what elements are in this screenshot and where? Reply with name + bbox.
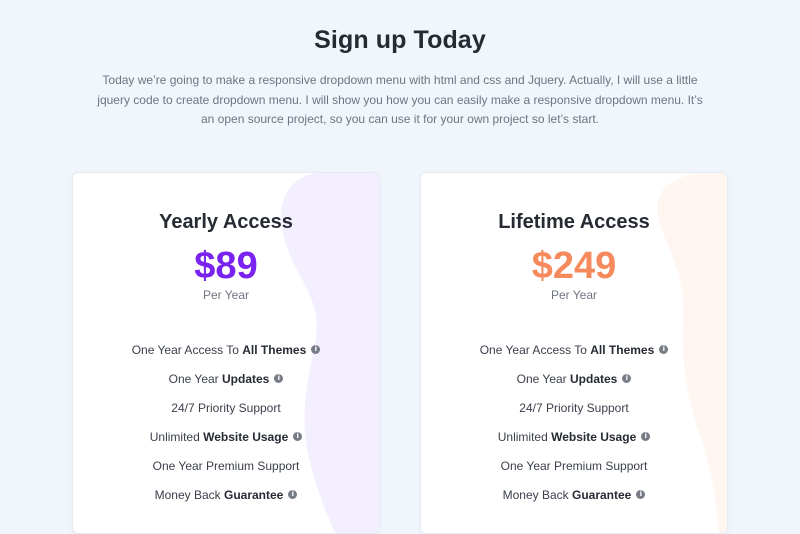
- feature-item: One Year Access To All Themes i: [421, 336, 727, 365]
- feature-highlight: Guarantee: [224, 488, 284, 502]
- feature-text: Unlimited: [149, 430, 204, 444]
- feature-item: One Year Updates i: [73, 365, 379, 394]
- feature-text: Unlimited: [497, 430, 552, 444]
- feature-item: 24/7 Priority Support: [421, 394, 727, 423]
- feature-highlight: All Themes: [242, 343, 307, 357]
- feature-highlight: Website Usage: [203, 430, 289, 444]
- feature-item: Money Back Guarantee i: [421, 481, 727, 510]
- feature-item: One Year Access To All Themes i: [73, 336, 379, 365]
- feature-item: Unlimited Website Usage i: [421, 423, 727, 452]
- feature-text: One Year: [516, 372, 571, 386]
- info-icon[interactable]: i: [659, 345, 669, 355]
- plan-price: $249: [531, 245, 617, 287]
- page-title: Sign up Today: [314, 26, 486, 54]
- feature-text: One Year Premium Support: [152, 459, 300, 473]
- plan-price: $89: [194, 245, 258, 287]
- page-header: Sign up Today Today we’re going to make …: [0, 0, 800, 130]
- feature-text: Money Back: [154, 488, 224, 502]
- feature-item: Money Back Guarantee i: [73, 481, 379, 510]
- info-icon[interactable]: i: [311, 345, 321, 355]
- feature-text: 24/7 Priority Support: [171, 401, 281, 415]
- feature-highlight: Website Usage: [551, 430, 637, 444]
- info-icon[interactable]: i: [288, 490, 298, 500]
- feature-text: One Year Access To: [479, 343, 591, 357]
- feature-highlight: Updates: [222, 372, 270, 386]
- feature-item: One Year Updates i: [421, 365, 727, 394]
- feature-text: Money Back: [502, 488, 572, 502]
- feature-text: One Year: [168, 372, 223, 386]
- feature-list: One Year Access To All Themes i One Year …: [421, 336, 727, 510]
- plan-title: Yearly Access: [159, 211, 293, 233]
- feature-list: One Year Access To All Themes i One Year …: [73, 336, 379, 510]
- pricing-card-lifetime: Lifetime Access $249 Per Year One Year A…: [420, 172, 728, 534]
- feature-highlight: Guarantee: [572, 488, 632, 502]
- info-icon[interactable]: i: [274, 374, 284, 384]
- plan-title: Lifetime Access: [498, 211, 650, 233]
- feature-item: One Year Premium Support: [73, 452, 379, 481]
- page-description: Today we’re going to make a responsive d…: [97, 73, 703, 126]
- feature-text: 24/7 Priority Support: [519, 401, 629, 415]
- feature-text: One Year Premium Support: [500, 459, 648, 473]
- plan-period: Per Year: [550, 288, 598, 302]
- info-icon[interactable]: i: [293, 432, 303, 442]
- plan-period: Per Year: [202, 288, 250, 302]
- feature-item: Unlimited Website Usage i: [73, 423, 379, 452]
- feature-highlight: Updates: [570, 372, 618, 386]
- feature-highlight: All Themes: [590, 343, 655, 357]
- info-icon[interactable]: i: [622, 374, 632, 384]
- pricing-card-yearly: Yearly Access $89 Per Year One Year Acce…: [72, 172, 380, 534]
- feature-item: 24/7 Priority Support: [73, 394, 379, 423]
- info-icon[interactable]: i: [641, 432, 651, 442]
- feature-text: One Year Access To: [131, 343, 243, 357]
- feature-item: One Year Premium Support: [421, 452, 727, 481]
- info-icon[interactable]: i: [636, 490, 646, 500]
